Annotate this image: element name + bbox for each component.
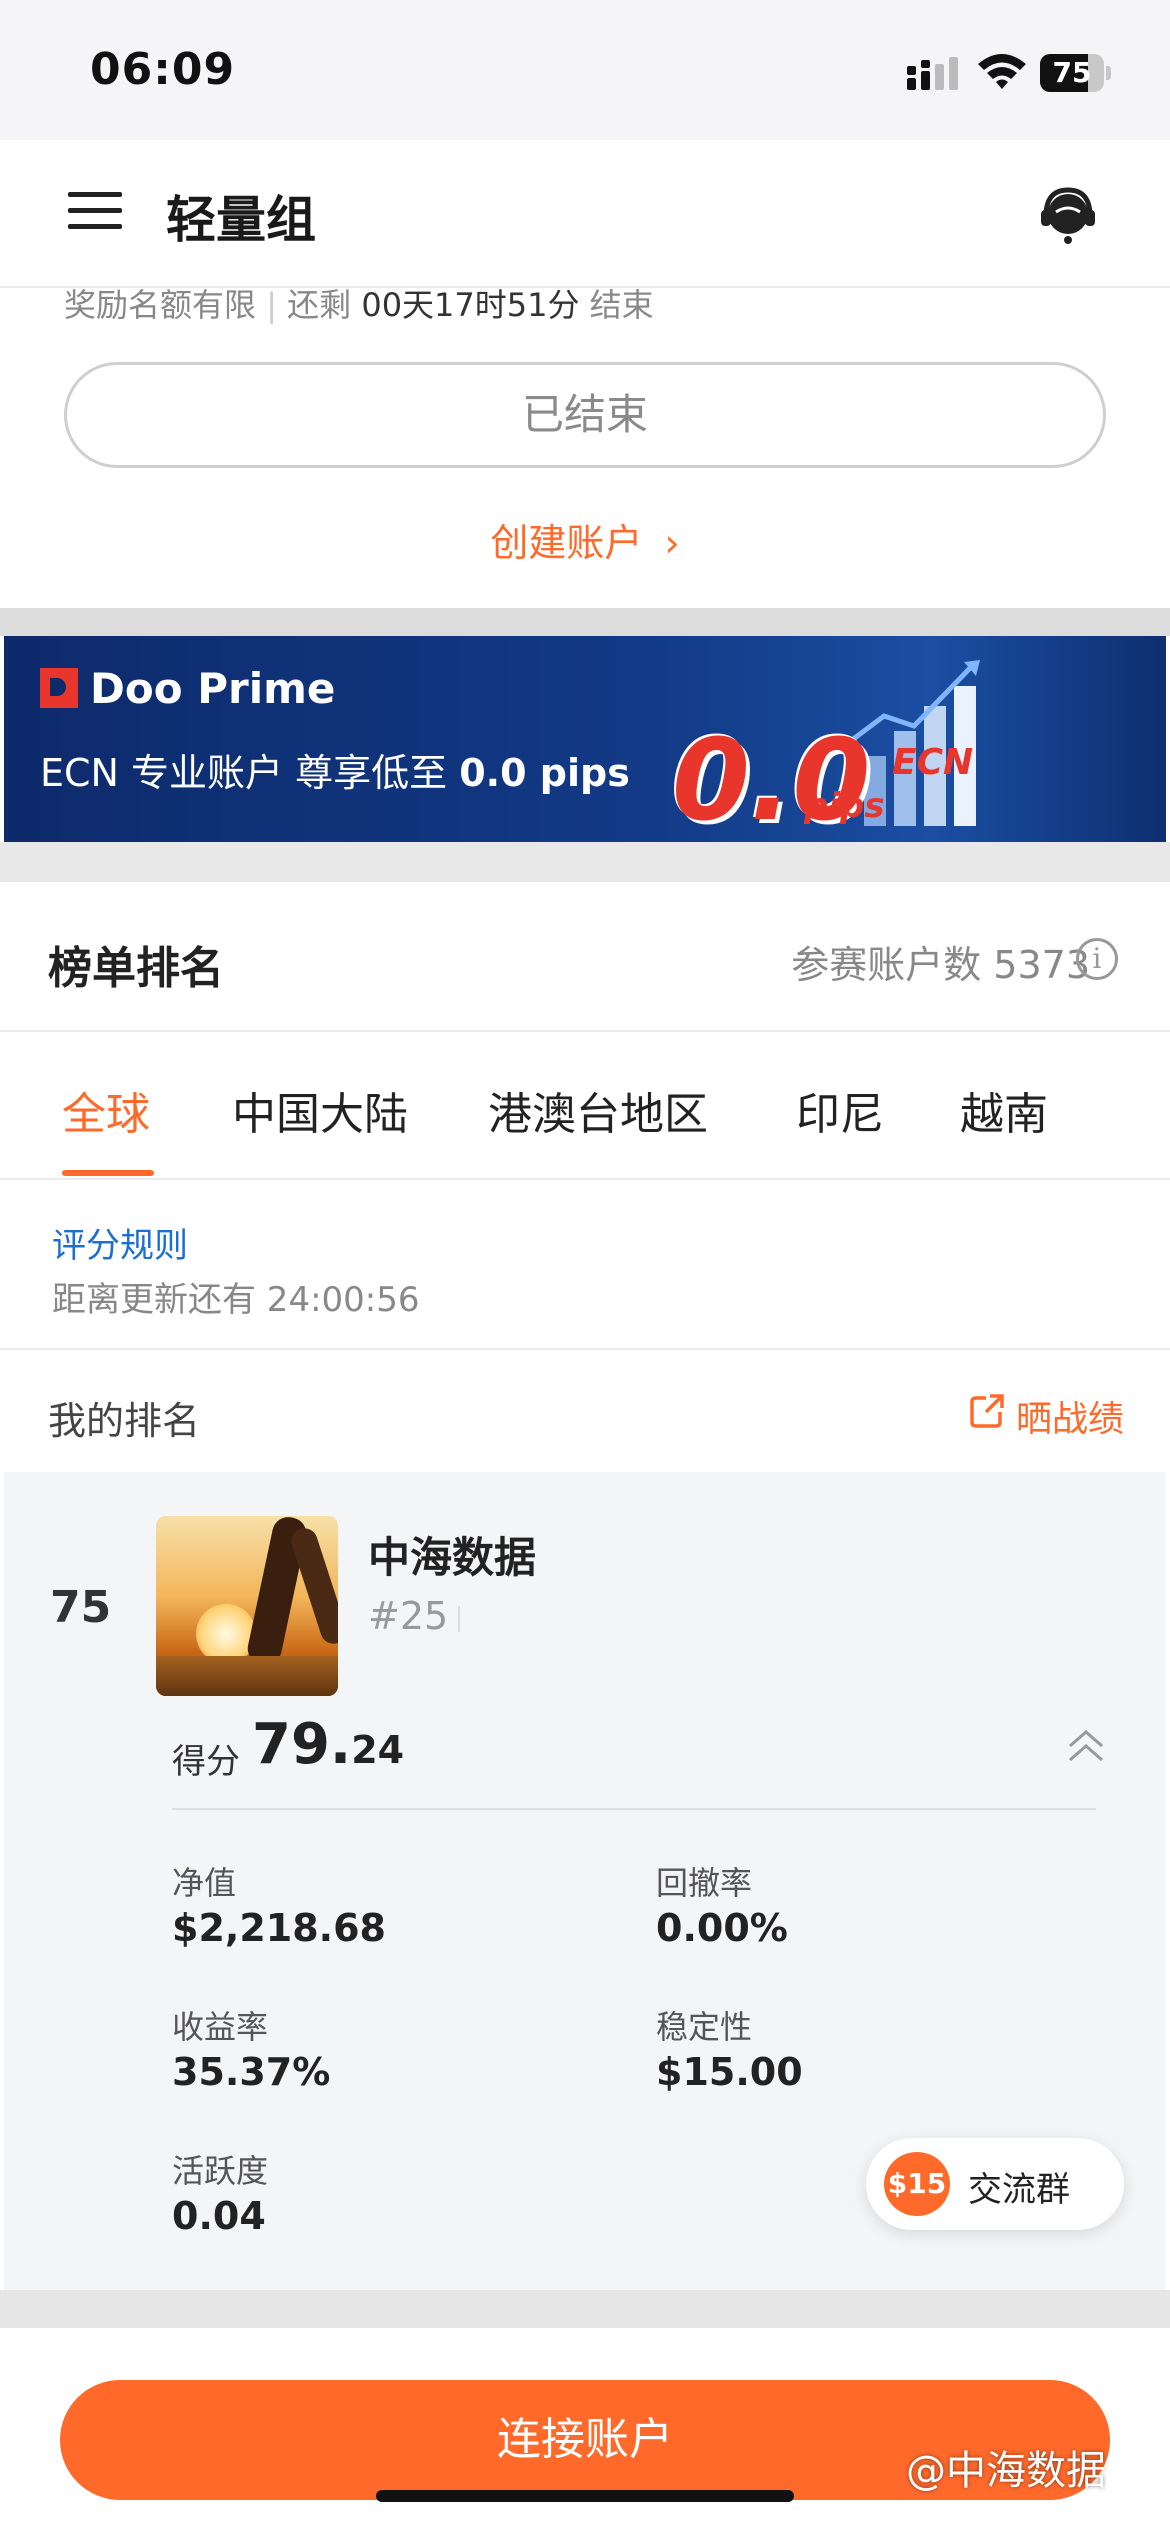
- return-value: 35.37%: [172, 2050, 331, 2094]
- doo-prime-logo-icon: [40, 668, 78, 708]
- create-account-link[interactable]: 创建账户 ›: [0, 512, 1170, 567]
- score-divider: [172, 1808, 1096, 1810]
- user-id: #25: [368, 1594, 449, 1638]
- contest-status-line: 奖励名额有限 | 还剩 00天17时51分 结束: [64, 286, 654, 324]
- info-icon[interactable]: i: [1076, 938, 1118, 980]
- section-divider: [0, 842, 1170, 882]
- ranking-title: 榜单排名: [48, 943, 224, 994]
- tab-mainland-china[interactable]: 中国大陆: [232, 1078, 408, 1142]
- create-account-label: 创建账户: [490, 521, 643, 565]
- contest-end-label: 结束: [589, 286, 654, 324]
- activity-value: 0.04: [172, 2194, 266, 2238]
- status-time: 06:09: [90, 44, 236, 95]
- section-divider: [0, 2290, 1170, 2328]
- watermark: @中海数据: [906, 2448, 1106, 2494]
- stability-label: 稳定性: [656, 2008, 753, 2046]
- drawdown-label: 回撤率: [656, 1864, 753, 1902]
- section-divider: [0, 608, 1170, 636]
- equity-value: $2,218.68: [172, 1906, 386, 1950]
- hamburger-menu-icon[interactable]: [68, 188, 124, 234]
- banner-pips: pips: [804, 786, 885, 826]
- status-bar: 06:09 75: [0, 0, 1170, 140]
- headset-icon[interactable]: [1036, 182, 1100, 246]
- chat-group-badge: $15: [884, 2152, 950, 2216]
- ranking-header: 榜单排名 参赛账户数 5373 i: [0, 882, 1170, 1032]
- my-rank-label: 我的排名: [48, 1399, 201, 1443]
- chevron-right-icon: ›: [664, 521, 680, 565]
- score-value: 79.24: [252, 1712, 404, 1777]
- promo-banner[interactable]: Doo Prime ECN 专业账户 尊享低至 0.0 pips 0.0 pip…: [4, 636, 1166, 842]
- drawdown-value: 0.00%: [656, 1906, 788, 1950]
- stability-value: $15.00: [656, 2050, 803, 2094]
- banner-text-prefix: ECN 专业账户 尊享低至: [40, 751, 448, 795]
- rules-section: 评分规则 距离更新还有 24:00:56: [0, 1180, 1170, 1350]
- share-icon[interactable]: [968, 1392, 1006, 1430]
- battery-icon: 75: [1040, 54, 1111, 92]
- contest-remaining-time: 00天17时51分: [361, 286, 580, 324]
- banner-ecn: ECN: [892, 742, 974, 783]
- user-id-divider: [458, 1606, 460, 1632]
- username: 中海数据: [368, 1533, 537, 1582]
- activity-label: 活跃度: [172, 2152, 269, 2190]
- cellular-signal-icon: [907, 57, 958, 90]
- tab-indonesia[interactable]: 印尼: [796, 1078, 884, 1142]
- contest-remaining-label: 还剩: [287, 286, 352, 324]
- update-countdown: 距离更新还有 24:00:56: [52, 1280, 420, 1320]
- share-results-button[interactable]: 晒战绩: [1016, 1390, 1124, 1442]
- page-title: 轻量组: [166, 191, 316, 249]
- score-int: 79.: [252, 1712, 352, 1777]
- chevron-double-up-icon[interactable]: [1066, 1728, 1106, 1764]
- banner-brand: Doo Prime: [90, 664, 336, 713]
- score-label: 得分: [172, 1742, 240, 1782]
- contest-quota-note: 奖励名额有限: [64, 286, 257, 324]
- return-label: 收益率: [172, 2008, 269, 2046]
- my-rank-number: 75: [50, 1582, 112, 1633]
- battery-percent: 75: [1052, 56, 1092, 89]
- score-decimal: 24: [351, 1728, 405, 1772]
- chat-group-button[interactable]: $15 交流群: [866, 2138, 1124, 2230]
- participants-count: 参赛账户数 5373: [791, 943, 1090, 987]
- avatar: [156, 1516, 338, 1696]
- app-header: 轻量组: [0, 140, 1170, 288]
- home-indicator: [376, 2490, 794, 2502]
- region-tabs: 全球 中国大陆 港澳台地区 印尼 越南: [0, 1032, 1170, 1180]
- wifi-icon: [978, 54, 1026, 89]
- banner-text: ECN 专业账户 尊享低至 0.0 pips: [40, 742, 630, 797]
- tab-vietnam[interactable]: 越南: [960, 1078, 1048, 1142]
- equity-label: 净值: [172, 1864, 237, 1902]
- tab-global[interactable]: 全球: [62, 1078, 150, 1142]
- tab-hk-macau-taiwan[interactable]: 港澳台地区: [488, 1078, 708, 1142]
- chat-group-label: 交流群: [968, 2170, 1070, 2210]
- my-rank-header: 我的排名 晒战绩: [0, 1350, 1170, 1472]
- ended-button[interactable]: 已结束: [64, 362, 1106, 468]
- scoring-rules-link[interactable]: 评分规则: [52, 1218, 188, 1267]
- banner-text-value: 0.0 pips: [459, 751, 630, 795]
- active-tab-indicator: [62, 1170, 154, 1176]
